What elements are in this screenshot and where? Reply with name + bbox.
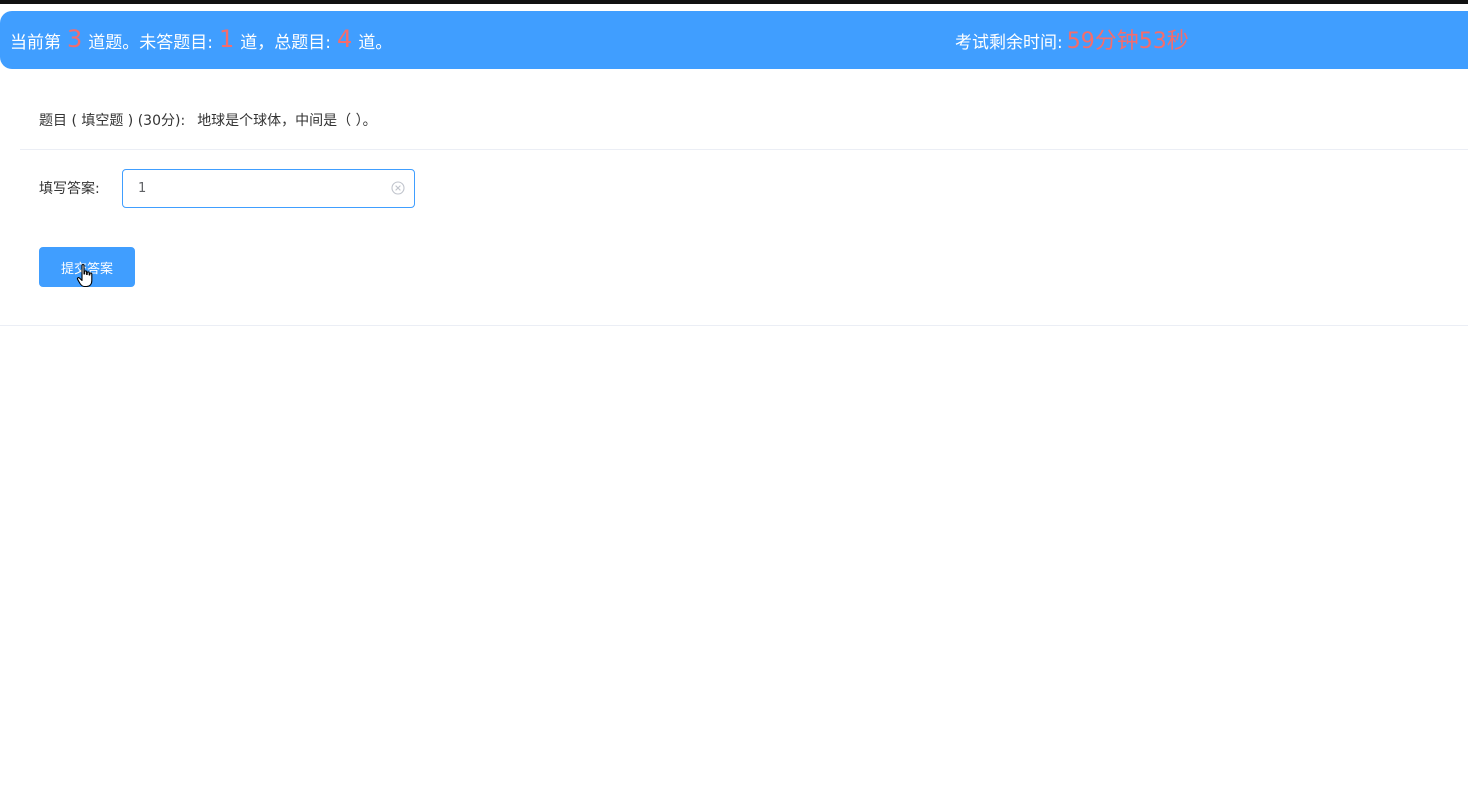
current-question-prefix: 当前第 — [10, 32, 61, 53]
current-question-suffix: 道题。未答题目: — [88, 32, 214, 53]
question-title: 题目 ( 填空题 ) (30分): 地球是个球体，中间是（ ）。 — [39, 110, 377, 130]
remaining-time-info: 考试剩余时间: 59分钟53秒 — [955, 11, 1189, 69]
window-top-strip — [0, 0, 1468, 4]
timer-label: 考试剩余时间: — [955, 32, 1063, 53]
unanswered-suffix: 道，总题目: — [240, 32, 332, 53]
total-suffix: 道。 — [358, 32, 393, 53]
answer-label: 填写答案: — [39, 181, 100, 197]
exam-status-bar: 当前第 3 道题。未答题目: 1 道，总题目: 4 道。 考试剩余时间: 59分… — [0, 11, 1468, 69]
hand-pointer-icon — [76, 264, 93, 288]
divider — [0, 325, 1468, 326]
circle-close-icon[interactable] — [391, 181, 405, 195]
progress-info: 当前第 3 道题。未答题目: 1 道，总题目: 4 道。 — [10, 11, 392, 69]
answer-input[interactable] — [123, 170, 414, 207]
unanswered-count: 1 — [219, 25, 235, 53]
answer-input-wrapper — [122, 169, 415, 208]
divider — [20, 149, 1468, 150]
question-type-prefix: 题目 ( 填空题 ) (30分): — [39, 113, 186, 129]
current-question-number: 3 — [67, 25, 83, 53]
timer-value: 59分钟53秒 — [1066, 29, 1189, 54]
question-text: 地球是个球体，中间是（ ）。 — [197, 113, 377, 129]
total-count: 4 — [337, 25, 353, 53]
